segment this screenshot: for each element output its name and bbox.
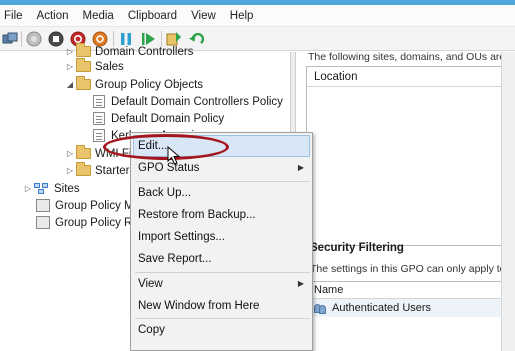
tree-item-default-domain-policy[interactable]: Default Domain Policy: [93, 110, 224, 127]
submenu-arrow-icon: ▶: [297, 163, 304, 172]
annotation-highlight-oval: [103, 134, 229, 160]
mouse-cursor-icon: [167, 145, 181, 169]
tree-item-sites[interactable]: ▷ Sites: [22, 180, 80, 197]
menu-item-gpo-status[interactable]: GPO Status ▶: [133, 157, 310, 179]
menu-action[interactable]: Action: [30, 10, 76, 22]
tree-item-sales[interactable]: ▷ Sales: [64, 58, 124, 75]
tree-item-default-domain-controllers-policy[interactable]: Default Domain Controllers Policy: [93, 93, 283, 110]
folder-icon: [76, 76, 91, 90]
menu-bar: File Action Media Clipboard View Help: [0, 5, 515, 27]
expand-icon[interactable]: ▷: [64, 166, 76, 175]
links-list[interactable]: Location: [306, 66, 515, 246]
folder-icon: [76, 43, 91, 57]
menu-item-new-window[interactable]: New Window from Here: [133, 295, 310, 317]
menu-view[interactable]: View: [184, 10, 223, 22]
security-filtering-list[interactable]: Name Authenticated Users: [310, 281, 515, 317]
security-filtering-description: The settings in this GPO can only apply …: [310, 263, 506, 275]
menu-item-copy[interactable]: Copy: [133, 319, 310, 341]
expand-icon[interactable]: ▷: [64, 62, 76, 71]
expand-icon[interactable]: ▷: [22, 184, 34, 193]
tree-item-group-policy-objects[interactable]: ◢ Group Policy Objects: [64, 76, 203, 93]
menu-media[interactable]: Media: [76, 10, 121, 22]
gpo-icon: [93, 129, 105, 142]
modeling-icon: [36, 199, 50, 212]
name-column-header[interactable]: Name: [311, 282, 515, 299]
submenu-arrow-icon: ▶: [297, 279, 304, 288]
context-menu: Edit... GPO Status ▶ Back Up... Restore …: [130, 132, 313, 351]
security-filtering-title: Security Filtering: [310, 242, 404, 254]
sites-icon: [34, 182, 49, 195]
start-icon[interactable]: [26, 31, 42, 47]
links-description: The following sites, domains, and OUs ar…: [308, 52, 506, 63]
folder-icon: [76, 58, 91, 72]
menu-clipboard[interactable]: Clipboard: [121, 10, 184, 22]
stop-icon[interactable]: [48, 31, 64, 47]
folder-icon: [76, 145, 91, 159]
folder-icon: [76, 162, 91, 176]
menu-item-import-settings[interactable]: Import Settings...: [133, 226, 310, 248]
list-item[interactable]: Authenticated Users: [311, 299, 515, 317]
details-pane: The following sites, domains, and OUs ar…: [296, 52, 515, 351]
expand-icon[interactable]: ▷: [64, 47, 76, 56]
vertical-scrollbar[interactable]: [501, 52, 515, 351]
menu-item-save-report[interactable]: Save Report...: [133, 248, 310, 270]
results-icon: [36, 216, 50, 229]
menu-item-restore[interactable]: Restore from Backup...: [133, 204, 310, 226]
location-column-header[interactable]: Location: [307, 67, 515, 87]
ctrl-alt-del-icon[interactable]: [2, 31, 18, 47]
collapse-icon[interactable]: ◢: [64, 80, 76, 89]
users-icon: [314, 303, 328, 314]
menu-item-back-up[interactable]: Back Up...: [133, 182, 310, 204]
gpo-icon: [93, 95, 105, 108]
expand-icon[interactable]: ▷: [64, 149, 76, 158]
menu-help[interactable]: Help: [223, 10, 261, 22]
menu-item-view[interactable]: View ▶: [133, 273, 310, 295]
gpo-icon: [93, 112, 105, 125]
menu-file[interactable]: File: [0, 10, 30, 22]
